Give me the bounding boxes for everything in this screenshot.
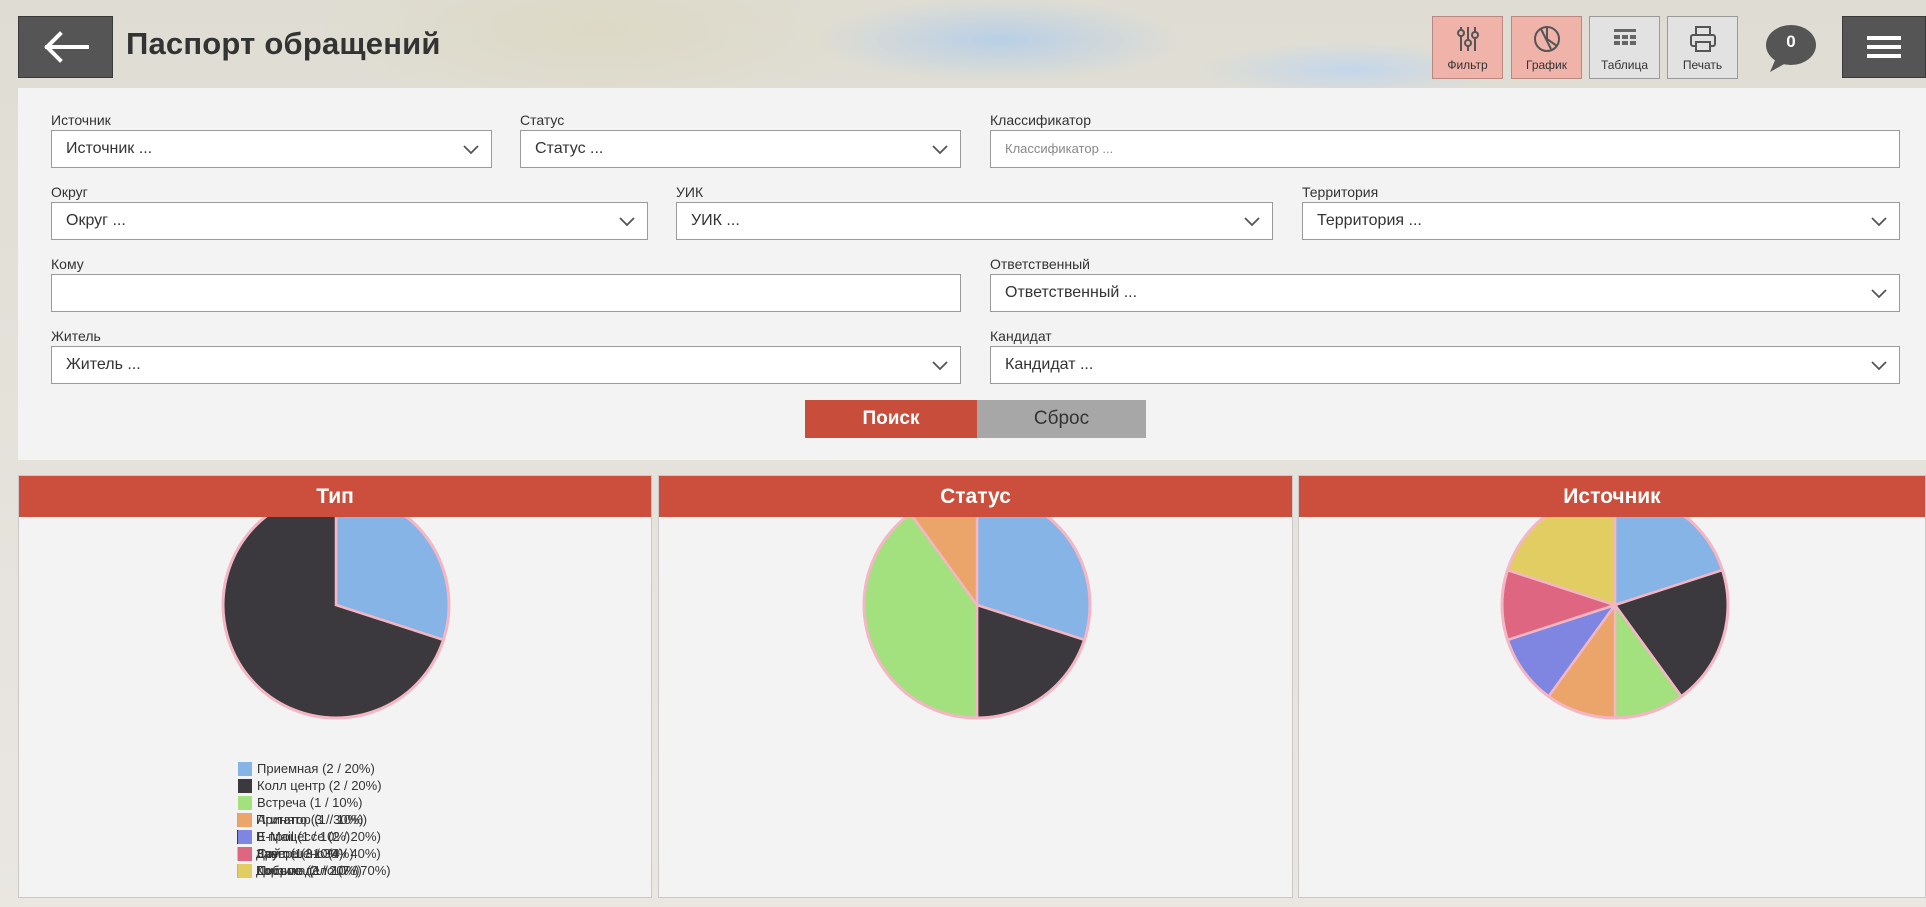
- legend-swatch: [238, 795, 252, 810]
- legend-swatch: [238, 863, 252, 878]
- uik-select[interactable]: УИК ...: [676, 202, 1273, 240]
- legend-label: Сайт (1 / 10%): [257, 846, 344, 861]
- menu-button[interactable]: [1842, 16, 1926, 78]
- filter-button-label: Фильтр: [1447, 58, 1488, 72]
- source-field: Источник Источник ...: [51, 112, 492, 168]
- status-label: Статус: [520, 112, 565, 128]
- to-whom-label: Кому: [51, 256, 84, 272]
- legend-item: Сайт (1 / 10%): [238, 845, 382, 862]
- search-button[interactable]: Поиск: [805, 400, 977, 438]
- chart-button[interactable]: График: [1511, 16, 1582, 79]
- source-value: Источник ...: [66, 140, 153, 157]
- classifier-label: Классификатор: [990, 112, 1092, 128]
- app-header: Паспорт обращений Фильтр График Таблица: [0, 0, 1926, 88]
- printer-icon: [1689, 26, 1716, 52]
- back-button[interactable]: [18, 16, 113, 78]
- candidate-field: Кандидат Кандидат ...: [990, 328, 1900, 384]
- legend-swatch: [238, 829, 252, 844]
- district-label: Округ: [51, 184, 88, 200]
- messages-button[interactable]: 0: [1764, 24, 1818, 74]
- legend-swatch: [238, 846, 252, 861]
- candidate-value: Кандидат ...: [1005, 356, 1094, 373]
- print-button[interactable]: Печать: [1667, 16, 1738, 79]
- pie-chart-icon: [1533, 26, 1560, 52]
- uik-value: УИК ...: [691, 212, 740, 229]
- source-label: Источник: [51, 112, 111, 128]
- legend-item: Агитатор (1 / 10%): [238, 811, 382, 828]
- legend-label: Письмо (2 / 20%): [257, 863, 360, 878]
- chart-title: Источник: [1299, 476, 1925, 517]
- territory-label: Территория: [1302, 184, 1379, 200]
- sliders-icon: [1456, 27, 1479, 51]
- chevron-down-icon: [1244, 217, 1260, 227]
- to-whom-field: Кому: [51, 256, 961, 312]
- page-title: Паспорт обращений: [126, 26, 441, 61]
- territory-value: Территория ...: [1317, 212, 1422, 229]
- territory-select[interactable]: Территория ...: [1302, 202, 1900, 240]
- responsible-value: Ответственный ...: [1005, 284, 1138, 301]
- district-field: Округ Округ ...: [51, 184, 648, 240]
- print-button-label: Печать: [1682, 58, 1723, 72]
- chevron-down-icon: [463, 145, 479, 155]
- chart-card-source: Источник Приемная (2 / 20%) Колл центр (2…: [238, 475, 1926, 898]
- legend-item: Встреча (1 / 10%): [238, 794, 382, 811]
- chevron-down-icon: [932, 361, 948, 371]
- status-select[interactable]: Статус ...: [520, 130, 961, 168]
- source-select[interactable]: Источник ...: [51, 130, 492, 168]
- resident-label: Житель: [51, 328, 101, 344]
- chart-legend: Приемная (2 / 20%) Колл центр (2 / 20%) Вс…: [238, 760, 382, 879]
- resident-field: Житель Житель ...: [51, 328, 961, 384]
- chart-card-status: Статус Принято (3 / 30%) В процессе (2 / …: [237, 475, 1293, 898]
- legend-label: Встреча (1 / 10%): [257, 795, 363, 810]
- chart-button-label: График: [1526, 58, 1567, 72]
- legend-swatch: [238, 761, 252, 776]
- filter-button[interactable]: Фильтр: [1432, 16, 1503, 79]
- table-icon: [1613, 29, 1636, 45]
- district-value: Округ ...: [66, 212, 126, 229]
- reset-button[interactable]: Сброс: [977, 400, 1146, 438]
- uik-field: УИК УИК ...: [676, 184, 1273, 240]
- legend-label: E-Mail (1 / 10%): [257, 829, 351, 844]
- legend-swatch: [238, 778, 252, 793]
- classifier-placeholder: Классификатор ...: [1005, 141, 1114, 156]
- chevron-down-icon: [1871, 289, 1887, 299]
- to-whom-input[interactable]: [51, 274, 961, 312]
- status-field: Статус Статус ...: [520, 112, 961, 168]
- status-value: Статус ...: [535, 140, 604, 157]
- responsible-select[interactable]: Ответственный ...: [990, 274, 1900, 312]
- resident-select[interactable]: Житель ...: [51, 346, 961, 384]
- responsible-field: Ответственный Ответственный ...: [990, 256, 1900, 312]
- chart-title: Тип: [19, 476, 651, 517]
- table-button[interactable]: Таблица: [1589, 16, 1660, 79]
- legend-item: E-Mail (1 / 10%): [238, 828, 382, 845]
- candidate-select[interactable]: Кандидат ...: [990, 346, 1900, 384]
- chevron-down-icon: [619, 217, 635, 227]
- legend-item: Письмо (2 / 20%): [238, 862, 382, 879]
- table-button-label: Таблица: [1600, 58, 1649, 72]
- legend-item: Приемная (2 / 20%): [238, 760, 382, 777]
- territory-field: Территория Территория ...: [1302, 184, 1900, 240]
- candidate-label: Кандидат: [990, 328, 1052, 344]
- legend-label: Колл центр (2 / 20%): [257, 778, 382, 793]
- chevron-down-icon: [1871, 217, 1887, 227]
- hamburger-icon: [1867, 36, 1901, 58]
- resident-value: Житель ...: [66, 356, 141, 373]
- classifier-input[interactable]: Классификатор ...: [990, 130, 1900, 168]
- responsible-label: Ответственный: [990, 256, 1090, 272]
- messages-count: 0: [1786, 32, 1796, 51]
- legend-label: Приемная (2 / 20%): [257, 761, 375, 776]
- chevron-down-icon: [1871, 361, 1887, 371]
- classifier-field: Классификатор Классификатор ...: [990, 112, 1900, 168]
- legend-label: Агитатор (1 / 10%): [257, 812, 368, 827]
- pie-chart-source: [1500, 517, 1730, 720]
- legend-item: Колл центр (2 / 20%): [238, 777, 382, 794]
- pie-chart-status: [862, 517, 1092, 720]
- legend-swatch: [238, 812, 252, 827]
- arrow-left-icon: [43, 31, 89, 63]
- chevron-down-icon: [932, 145, 948, 155]
- district-select[interactable]: Округ ...: [51, 202, 648, 240]
- chart-title: Статус: [659, 476, 1292, 517]
- uik-label: УИК: [676, 184, 704, 200]
